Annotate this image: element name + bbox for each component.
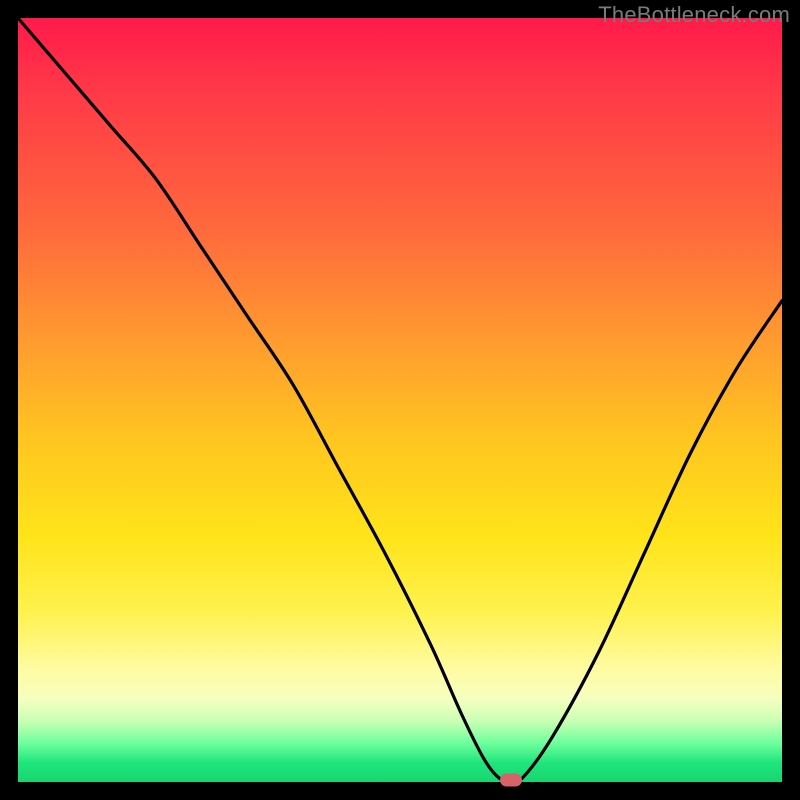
bottleneck-minimum-marker	[500, 773, 522, 786]
bottleneck-curve	[18, 18, 782, 782]
watermark-text: TheBottleneck.com	[598, 2, 790, 28]
plot-area	[18, 18, 782, 782]
chart-frame: TheBottleneck.com	[0, 0, 800, 800]
